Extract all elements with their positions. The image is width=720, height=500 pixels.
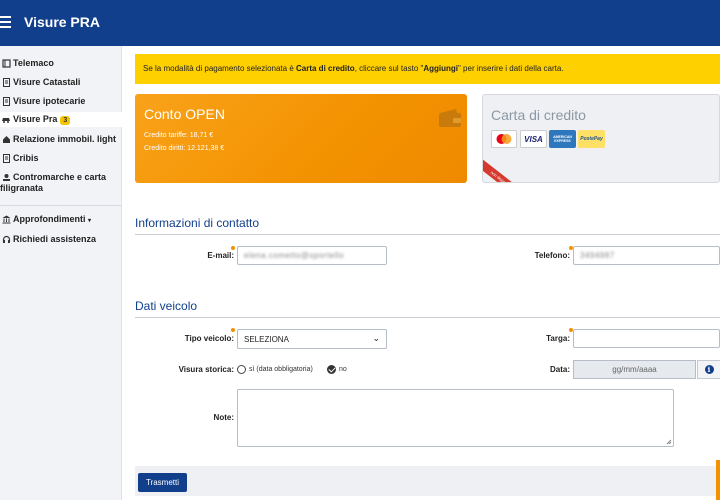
plate-field[interactable] bbox=[573, 329, 720, 348]
document-icon bbox=[1, 153, 11, 163]
car-icon bbox=[1, 114, 11, 124]
unavailable-ribbon: non disponibile bbox=[483, 158, 529, 182]
payment-notice: Se la modalità di pagamento selezionata … bbox=[135, 54, 720, 84]
sidebar-item-label: Visure ipotecarie bbox=[13, 96, 86, 106]
sidebar-item-label-line2: filigranata bbox=[0, 183, 44, 193]
notes-textarea[interactable] bbox=[237, 389, 674, 447]
app-title: Visure PRA bbox=[24, 14, 100, 30]
payment-option-title: Conto OPEN bbox=[144, 106, 225, 122]
historic-yes-label: sì (data obbligatoria) bbox=[249, 366, 313, 373]
submit-button[interactable]: Trasmetti bbox=[138, 473, 187, 492]
date-label: Data: bbox=[549, 365, 570, 374]
plate-label: Targa: bbox=[546, 334, 570, 343]
phone-field[interactable]: 3494987 bbox=[573, 246, 720, 265]
historic-yes-radio[interactable] bbox=[237, 365, 246, 374]
section-title-veicolo: Dati veicolo bbox=[135, 299, 198, 313]
sidebar-item-label: Visure Catastali bbox=[13, 77, 81, 87]
amex-logo: AMERICAN EXPRESS bbox=[549, 130, 576, 148]
sidebar-divider bbox=[0, 205, 122, 206]
sidebar-item-label: Cribis bbox=[13, 153, 39, 163]
chevron-down-icon: ⌄ bbox=[372, 333, 380, 343]
mastercard-logo bbox=[491, 130, 517, 148]
sidebar-item-label: Contromarche e carta bbox=[13, 172, 107, 182]
notice-text-bold1: Carta di credito bbox=[296, 64, 355, 73]
house-icon bbox=[1, 134, 11, 144]
side-tab[interactable] bbox=[716, 460, 720, 500]
form-actions-bar bbox=[135, 466, 720, 496]
notice-text-pre: Se la modalità di pagamento selezionata … bbox=[143, 64, 296, 73]
vehicle-type-value: SELEZIONA bbox=[244, 335, 289, 344]
document-icon bbox=[1, 96, 11, 106]
sidebar: Telemaco Visure Catastali Visure ipoteca… bbox=[0, 46, 122, 500]
visa-logo: VISA bbox=[520, 130, 547, 148]
email-field[interactable]: elena.cometto@sportello bbox=[237, 246, 387, 265]
caret-down-icon: ▾ bbox=[88, 218, 92, 224]
sidebar-item-label: Visure Pra bbox=[13, 114, 58, 124]
historic-label: Visura storica: bbox=[178, 365, 234, 374]
vehicle-type-select[interactable]: SELEZIONA ⌄ bbox=[237, 329, 387, 349]
credit-tariffe: Credito tariffe: 18,71 € bbox=[144, 132, 214, 139]
top-bar: Visure PRA bbox=[0, 0, 720, 46]
historic-no-radio[interactable] bbox=[327, 365, 336, 374]
payment-option-conto-open[interactable]: Conto OPEN Credito tariffe: 18,71 € Cred… bbox=[135, 94, 467, 183]
section-divider bbox=[135, 234, 720, 235]
postepay-logo: PostePay bbox=[578, 130, 605, 148]
resize-handle-icon[interactable] bbox=[666, 439, 672, 445]
info-icon: i bbox=[704, 365, 714, 374]
bank-icon bbox=[1, 214, 11, 224]
date-field[interactable]: gg/mm/aaaa bbox=[573, 360, 696, 379]
sidebar-item-contromarche[interactable]: Contromarche e carta filigranata bbox=[0, 172, 122, 196]
sidebar-item-label: Approfondimenti bbox=[13, 214, 86, 224]
payment-option-title: Carta di credito bbox=[491, 107, 586, 123]
payment-option-carta-credito[interactable]: Carta di credito VISA AMERICAN EXPRESS P… bbox=[482, 94, 720, 183]
stamp-icon bbox=[1, 172, 11, 182]
date-info-button[interactable]: i bbox=[697, 360, 720, 379]
headset-icon bbox=[1, 234, 11, 244]
book-icon bbox=[1, 58, 11, 68]
sidebar-item-label: Relazione immobil. light bbox=[13, 134, 117, 144]
sidebar-item-visure-pra[interactable]: Visure Pra 3 bbox=[0, 112, 122, 127]
notice-text-post: " per inserire i dati della carta. bbox=[457, 64, 564, 73]
email-label: E-mail: bbox=[207, 251, 234, 260]
email-value: elena.cometto@sportello bbox=[244, 251, 345, 260]
phone-label: Telefono: bbox=[534, 251, 570, 260]
phone-value: 3494987 bbox=[580, 251, 615, 260]
credit-diritti: Credito diritti: 12.121,38 € bbox=[144, 145, 225, 152]
date-placeholder: gg/mm/aaaa bbox=[612, 365, 657, 374]
menu-icon[interactable] bbox=[0, 16, 11, 30]
required-dot bbox=[231, 328, 235, 332]
section-divider bbox=[135, 317, 720, 318]
notes-label: Note: bbox=[213, 413, 234, 422]
notice-text-mid: , cliccare sul tasto " bbox=[354, 64, 424, 73]
sidebar-item-label: Telemaco bbox=[13, 58, 54, 68]
wallet-icon bbox=[438, 108, 462, 128]
count-badge: 3 bbox=[60, 116, 71, 125]
document-icon bbox=[1, 77, 11, 87]
required-dot bbox=[231, 246, 235, 250]
historic-no-label: no bbox=[339, 366, 347, 373]
section-title-contatto: Informazioni di contatto bbox=[135, 216, 260, 230]
notice-text-bold2: Aggiungi bbox=[423, 64, 458, 73]
vehicle-type-label: Tipo veicolo: bbox=[184, 334, 234, 343]
sidebar-item-label: Richiedi assistenza bbox=[13, 234, 97, 244]
